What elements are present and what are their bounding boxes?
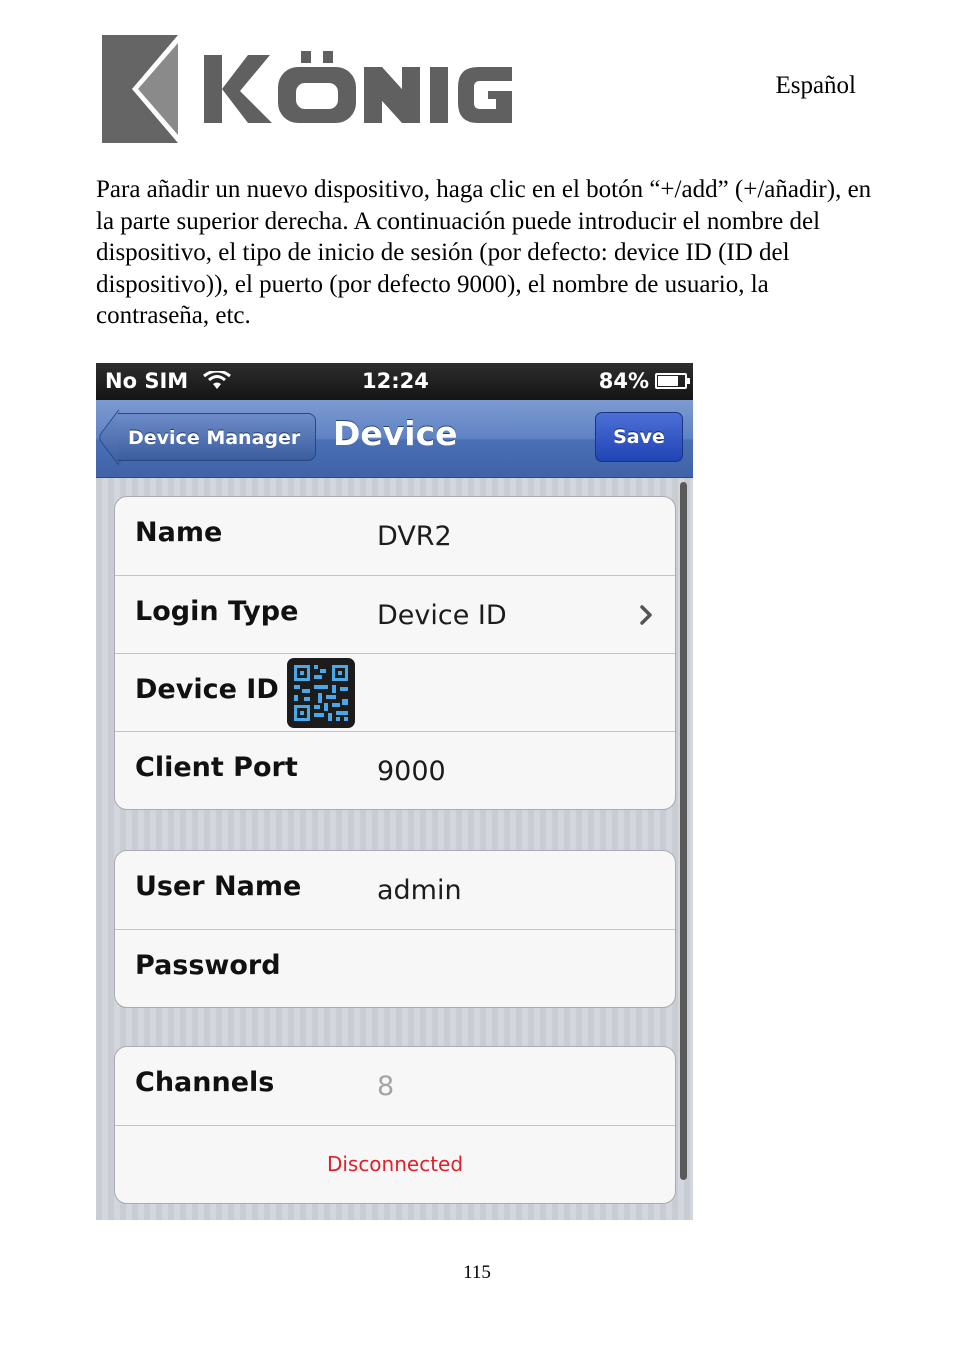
- client-port-row[interactable]: Client Port 9000: [115, 731, 675, 809]
- name-field[interactable]: DVR2: [377, 521, 452, 552]
- user-name-label: User Name: [135, 871, 302, 902]
- scrollbar[interactable]: [680, 482, 687, 1180]
- login-type-label: Login Type: [135, 596, 299, 627]
- status-bar: No SIM 12:24 84%: [96, 363, 693, 400]
- device-manager-back-button[interactable]: Device Manager: [118, 413, 316, 461]
- user-name-row[interactable]: User Name admin: [115, 851, 675, 929]
- device-id-label: Device ID: [135, 674, 279, 705]
- name-row[interactable]: Name DVR2: [115, 497, 675, 575]
- password-label: Password: [135, 950, 281, 981]
- phone-screenshot: No SIM 12:24 84% Device Manager Device S…: [96, 363, 693, 1220]
- battery-percent: 84%: [598, 369, 649, 393]
- client-port-label: Client Port: [135, 752, 298, 783]
- qr-code-scan-icon[interactable]: [287, 658, 355, 728]
- language-label: Español: [775, 72, 856, 99]
- credentials-group: User Name admin Password: [114, 850, 676, 1008]
- clock: 12:24: [362, 369, 429, 393]
- user-name-field[interactable]: admin: [377, 875, 462, 906]
- channels-label: Channels: [135, 1067, 275, 1098]
- password-row[interactable]: Password: [115, 929, 675, 1007]
- carrier-label: No SIM: [105, 369, 189, 393]
- channels-group: Channels 8 Disconnected: [114, 1046, 676, 1204]
- page-number: 115: [463, 1262, 491, 1283]
- login-type-row[interactable]: Login Type Device ID: [115, 575, 675, 653]
- save-button[interactable]: Save: [595, 412, 683, 462]
- client-port-field[interactable]: 9000: [377, 756, 446, 787]
- device-settings-group: Name DVR2 Login Type Device ID Device ID: [114, 496, 676, 810]
- battery-icon: [655, 373, 690, 389]
- connection-status: Disconnected: [326, 1152, 464, 1176]
- navigation-bar: Device Manager Device Save: [96, 400, 693, 478]
- channels-value: 8: [377, 1071, 395, 1102]
- wifi-icon: [203, 371, 232, 389]
- login-type-value: Device ID: [377, 600, 507, 631]
- nav-title: Device: [333, 414, 458, 453]
- instruction-paragraph: Para añadir un nuevo dispositivo, haga c…: [96, 176, 872, 329]
- device-id-row[interactable]: Device ID: [115, 653, 675, 731]
- chevron-right-icon: [640, 605, 652, 625]
- channels-row: Channels 8: [115, 1047, 675, 1125]
- connection-status-row: Disconnected: [115, 1125, 675, 1203]
- name-label: Name: [135, 517, 223, 548]
- konig-logo: [102, 35, 512, 143]
